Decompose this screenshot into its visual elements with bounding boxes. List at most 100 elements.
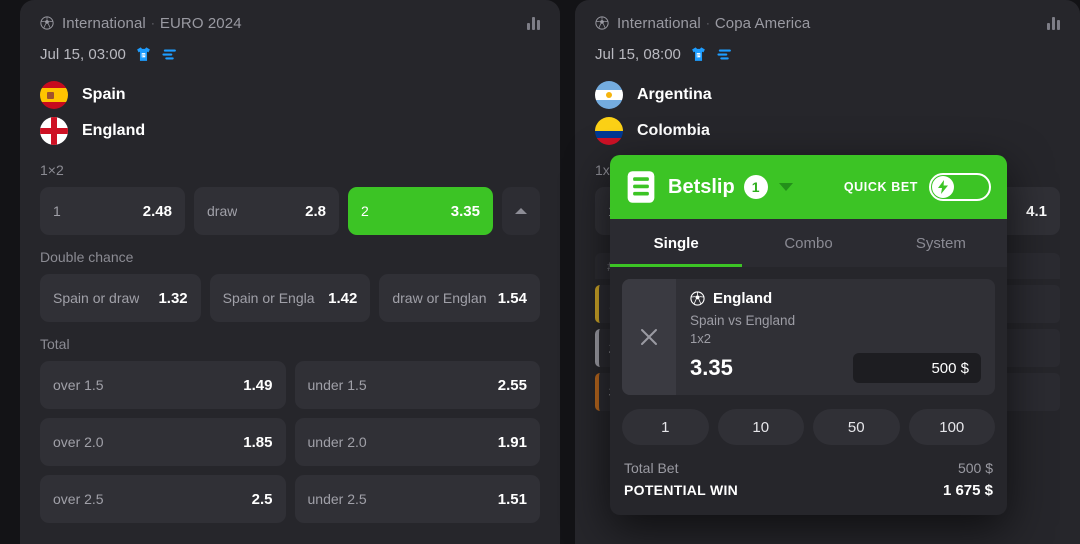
odds-name: 2 bbox=[361, 203, 369, 219]
odds-value: 2.5 bbox=[251, 490, 273, 508]
tab-label: Combo bbox=[784, 234, 833, 252]
league-separator: · bbox=[150, 16, 155, 30]
stake-input[interactable]: 500 $ bbox=[853, 353, 981, 384]
stats-bar-icon[interactable] bbox=[1047, 16, 1060, 30]
team-name: Colombia bbox=[637, 122, 710, 139]
kickoff-time: Jul 15, 03:00 bbox=[40, 45, 126, 63]
quick-bet-toggle[interactable] bbox=[929, 173, 991, 201]
odds-button[interactable]: draw 2.8 bbox=[194, 187, 339, 235]
odds-value: 3.35 bbox=[450, 202, 480, 220]
quick-stake-label: 1 bbox=[661, 418, 670, 436]
market-total-grid: over 1.5 1.49 under 1.5 2.55 over 2.0 1.… bbox=[40, 361, 540, 523]
odds-name: 1 bbox=[53, 203, 61, 219]
odds-button-selected[interactable]: 2 3.35 bbox=[348, 187, 493, 235]
quick-bet-toggle-knob bbox=[932, 176, 954, 198]
selection-pick: England bbox=[713, 290, 773, 307]
odds-button[interactable]: under 1.5 2.55 bbox=[294, 361, 540, 409]
tab-single[interactable]: Single bbox=[610, 219, 743, 267]
chevron-up-icon bbox=[515, 208, 527, 214]
odds-value: 1.51 bbox=[497, 490, 527, 508]
selection-market: 1x2 bbox=[690, 331, 711, 347]
betslip-header: Betslip 1 QUICK BET bbox=[610, 155, 1007, 219]
odds-name: draw or Englan bbox=[392, 290, 487, 306]
league-country: International bbox=[617, 14, 701, 32]
odds-value: 1.49 bbox=[243, 376, 273, 394]
quick-stake-label: 100 bbox=[939, 418, 965, 436]
team-name: Spain bbox=[82, 86, 126, 103]
odds-button[interactable]: over 2.0 1.85 bbox=[40, 418, 286, 466]
odds-button[interactable]: Spain or Engla 1.42 bbox=[209, 274, 371, 322]
soccer-ball-icon bbox=[40, 16, 54, 30]
odds-value: 1.32 bbox=[158, 289, 188, 307]
odds-name: draw bbox=[207, 203, 238, 219]
betslip-totals: Total Bet 500 $ POTENTIAL WIN 1 675 $ bbox=[610, 445, 1007, 515]
betslip-title: Betslip bbox=[668, 175, 735, 198]
tab-system[interactable]: System bbox=[875, 219, 1007, 267]
odds-name: over 1.5 bbox=[53, 377, 104, 393]
quick-stake-label: 10 bbox=[752, 418, 770, 436]
odds-button[interactable]: under 2.0 1.91 bbox=[294, 418, 540, 466]
betslip-selection: England Spain vs England 1x2 3.35 500 $ bbox=[622, 279, 995, 396]
team-row: Argentina bbox=[595, 78, 1060, 112]
quick-stake-button[interactable]: 100 bbox=[908, 409, 995, 446]
quick-bet-control: QUICK BET bbox=[844, 173, 991, 201]
odds-value: 1.54 bbox=[497, 289, 527, 307]
left-kickoff-row: Jul 15, 03:00 P bbox=[40, 44, 540, 64]
chevron-down-icon[interactable] bbox=[778, 183, 793, 191]
tab-combo[interactable]: Combo bbox=[742, 219, 874, 267]
betslip-tabs: Single Combo System bbox=[610, 219, 1007, 267]
quick-stake-button[interactable]: 10 bbox=[717, 409, 804, 446]
right-card-header: International · Copa America bbox=[595, 12, 1060, 34]
market-1x2-row: 1 2.48 draw 2.8 2 3.35 bbox=[40, 187, 540, 235]
remove-selection-button[interactable] bbox=[622, 279, 676, 396]
colombia-flag bbox=[595, 117, 623, 145]
soccer-ball-icon bbox=[595, 16, 609, 30]
odds-value: 1.42 bbox=[328, 289, 358, 307]
close-icon bbox=[641, 329, 657, 346]
tab-label: System bbox=[915, 234, 966, 252]
team-row: England bbox=[40, 114, 540, 148]
lineup-icon[interactable] bbox=[161, 46, 178, 63]
svg-text:P: P bbox=[142, 52, 145, 57]
quick-stake-button[interactable]: 50 bbox=[813, 409, 900, 446]
odds-value: 1.91 bbox=[497, 433, 527, 451]
odds-button[interactable]: over 1.5 1.49 bbox=[40, 361, 286, 409]
selection-event: Spain vs England bbox=[690, 313, 796, 328]
odds-button[interactable]: under 2.5 1.51 bbox=[294, 475, 540, 523]
selection-odds-row: 3.35 500 $ bbox=[690, 353, 981, 384]
quick-stake-label: 50 bbox=[847, 418, 865, 436]
odds-name: under 2.0 bbox=[307, 434, 367, 450]
odds-value: 1.85 bbox=[243, 433, 273, 451]
collapse-market-button[interactable] bbox=[502, 187, 540, 235]
soccer-ball-icon bbox=[690, 291, 705, 306]
odds-button[interactable]: Spain or draw 1.32 bbox=[40, 274, 201, 322]
odds-name: Spain or draw bbox=[53, 290, 140, 306]
odds-value: 2.8 bbox=[305, 202, 326, 220]
market-double-chance-grid: Spain or draw 1.32 Spain or Engla 1.42 d… bbox=[40, 274, 540, 322]
spain-flag bbox=[40, 81, 68, 109]
betslip-doc-icon bbox=[627, 171, 655, 203]
quick-bet-label: QUICK BET bbox=[843, 180, 918, 194]
selection-details: England Spain vs England 1x2 3.35 500 $ bbox=[676, 279, 995, 395]
league-name: EURO 2024 bbox=[159, 14, 242, 32]
jersey-icon[interactable]: P bbox=[690, 46, 707, 63]
jersey-icon[interactable]: P bbox=[135, 46, 152, 63]
match-card-euro: International · EURO 2024 Jul 15, 03:00 … bbox=[20, 0, 560, 544]
kickoff-time: Jul 15, 08:00 bbox=[595, 45, 681, 63]
odds-value: 2.55 bbox=[497, 376, 527, 394]
odds-button[interactable]: draw or Englan 1.54 bbox=[379, 274, 540, 322]
odds-button[interactable]: over 2.5 2.5 bbox=[40, 475, 286, 523]
lineup-icon[interactable] bbox=[716, 46, 733, 63]
quick-stake-button[interactable]: 1 bbox=[622, 409, 709, 446]
market-label-1x2: 1×2 bbox=[40, 162, 64, 178]
stats-bar-icon[interactable] bbox=[527, 16, 540, 30]
potential-win-value: 1 675 $ bbox=[942, 481, 993, 499]
svg-text:P: P bbox=[697, 52, 700, 57]
total-bet-label: Total Bet bbox=[624, 460, 679, 477]
right-kickoff-row: Jul 15, 08:00 P bbox=[595, 44, 1060, 64]
odds-name: Spain or Engla bbox=[222, 290, 315, 306]
odds-name: over 2.0 bbox=[53, 434, 104, 450]
market-label-double-chance: Double chance bbox=[40, 249, 134, 265]
betting-page: International · EURO 2024 Jul 15, 03:00 … bbox=[0, 0, 1080, 544]
odds-button[interactable]: 1 2.48 bbox=[40, 187, 185, 235]
